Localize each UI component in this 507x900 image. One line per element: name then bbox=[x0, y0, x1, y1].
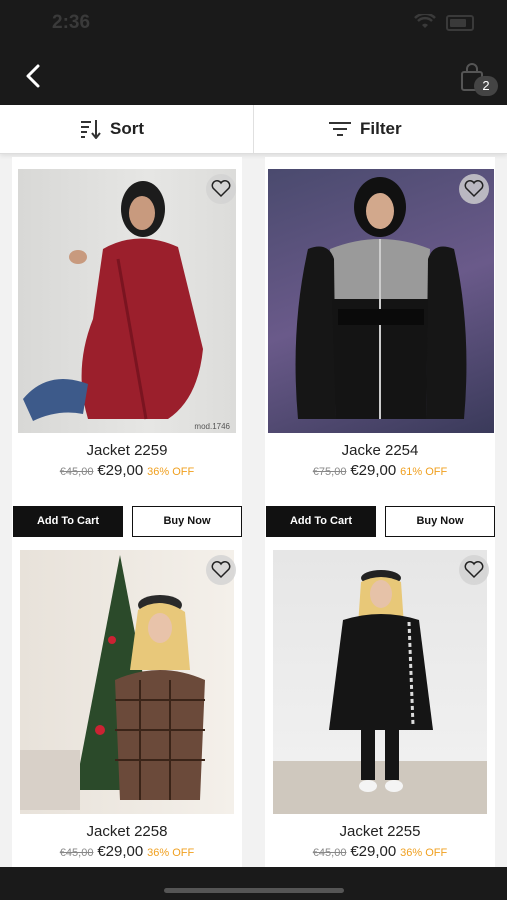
sort-button[interactable]: Sort bbox=[80, 105, 144, 153]
product-photo[interactable]: mod.1746 bbox=[18, 169, 236, 433]
product-card[interactable]: Jacket 2255 €45,00 €29,00 36% OFF bbox=[265, 538, 495, 867]
discount-label: 61% OFF bbox=[400, 466, 448, 478]
sale-price: €29,00 bbox=[97, 462, 144, 479]
filter-button[interactable]: Filter bbox=[328, 105, 402, 153]
home-indicator-bar bbox=[0, 867, 507, 900]
sale-price: €29,00 bbox=[97, 843, 144, 860]
original-price: €75,00 bbox=[312, 466, 347, 478]
discount-label: 36% OFF bbox=[147, 847, 195, 859]
discount-label: 36% OFF bbox=[147, 466, 195, 478]
wishlist-button[interactable] bbox=[206, 174, 236, 204]
filter-icon bbox=[329, 122, 351, 136]
sort-label: Sort bbox=[110, 119, 144, 138]
cart-count-badge: 2 bbox=[474, 76, 498, 96]
buy-now-button[interactable]: Buy Now bbox=[132, 506, 242, 537]
discount-label: 36% OFF bbox=[400, 847, 448, 859]
original-price: €45,00 bbox=[59, 466, 94, 478]
product-card[interactable]: mod.1746 Jacket 2259 €45,00 €29,00 36% O… bbox=[12, 157, 242, 540]
heart-icon bbox=[464, 561, 484, 579]
photo-caption: mod.1746 bbox=[194, 422, 230, 431]
product-photo[interactable] bbox=[20, 550, 234, 814]
heart-icon bbox=[211, 561, 231, 579]
original-price: €45,00 bbox=[312, 847, 347, 859]
original-price: €45,00 bbox=[59, 847, 94, 859]
product-card[interactable]: Jacket 2258 €45,00 €29,00 36% OFF bbox=[12, 538, 242, 867]
filter-label: Filter bbox=[360, 119, 402, 138]
wishlist-button[interactable] bbox=[206, 555, 236, 585]
product-card[interactable]: Jacke 2254 €75,00 €29,00 61% OFF bbox=[265, 157, 495, 540]
price-row: €75,00 €29,00 61% OFF bbox=[265, 462, 495, 479]
buy-now-button[interactable]: Buy Now bbox=[385, 506, 495, 537]
black-long-coat-model-image bbox=[329, 570, 433, 792]
heart-icon bbox=[211, 180, 231, 198]
product-photo[interactable] bbox=[273, 550, 487, 814]
price-row: €45,00 €29,00 36% OFF bbox=[12, 843, 242, 860]
wishlist-button[interactable] bbox=[459, 555, 489, 585]
add-to-cart-button[interactable]: Add To Cart bbox=[266, 506, 376, 537]
home-indicator[interactable] bbox=[164, 888, 344, 893]
battery-icon bbox=[446, 15, 474, 31]
product-name[interactable]: Jacket 2255 bbox=[265, 823, 495, 840]
plaid-coat-christmas-tree-image bbox=[20, 555, 205, 810]
top-nav-bar bbox=[0, 48, 507, 105]
status-time: 2:36 bbox=[52, 12, 91, 33]
product-name[interactable]: Jacke 2254 bbox=[265, 442, 495, 459]
heart-icon bbox=[464, 180, 484, 198]
sale-price: €29,00 bbox=[350, 462, 397, 479]
product-name[interactable]: Jacket 2259 bbox=[12, 442, 242, 459]
add-to-cart-button[interactable]: Add To Cart bbox=[13, 506, 123, 537]
price-row: €45,00 €29,00 36% OFF bbox=[12, 462, 242, 479]
wishlist-button[interactable] bbox=[459, 174, 489, 204]
sale-price: €29,00 bbox=[350, 843, 397, 860]
toolbar-divider bbox=[253, 105, 254, 153]
status-bar: 2:36 bbox=[0, 0, 507, 48]
product-photo[interactable] bbox=[268, 169, 494, 433]
black-puffer-jacket-model-image bbox=[295, 177, 467, 419]
product-name[interactable]: Jacket 2258 bbox=[12, 823, 242, 840]
wifi-icon bbox=[414, 14, 436, 28]
back-arrow-icon[interactable] bbox=[18, 60, 50, 92]
sort-icon bbox=[81, 120, 101, 139]
price-row: €45,00 €29,00 36% OFF bbox=[265, 843, 495, 860]
red-coat-model-image bbox=[23, 181, 203, 421]
sort-filter-bar: Sort Filter bbox=[0, 105, 507, 154]
